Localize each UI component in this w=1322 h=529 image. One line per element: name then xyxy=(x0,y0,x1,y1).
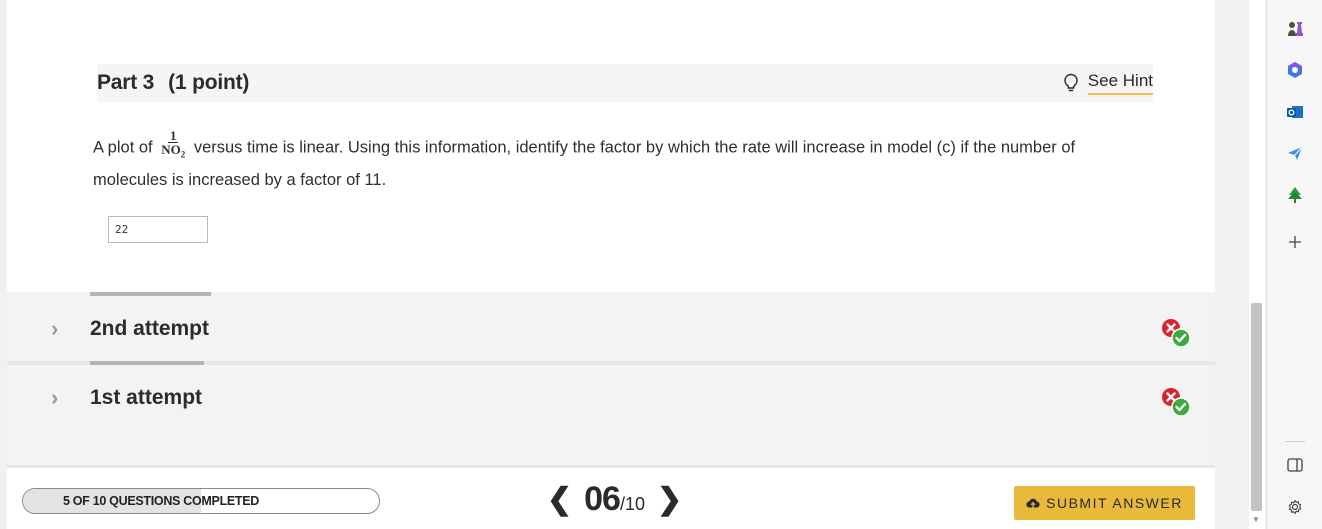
question-card: Part 3 (1 point) See Hint A plot of 1 NO2… xyxy=(7,0,1215,292)
chevron-right-icon: › xyxy=(51,316,59,341)
incorrect-correct-status-icon xyxy=(1162,319,1191,348)
part-title: Part 3 (1 point) xyxy=(97,71,249,95)
question-text-before: A plot of xyxy=(93,138,153,157)
fraction-subscript: 2 xyxy=(180,149,186,160)
question-text: A plot of 1 NO2 versus time is linear. U… xyxy=(93,129,1153,196)
sidebar-toggle-icon[interactable] xyxy=(1285,455,1305,475)
outlook-icon[interactable] xyxy=(1285,102,1305,122)
previous-question-button[interactable]: ❮ xyxy=(547,482,572,518)
part-header: Part 3 (1 point) See Hint xyxy=(97,64,1153,102)
incorrect-correct-status-icon xyxy=(1162,388,1191,417)
submit-answer-button[interactable]: SUBMIT ANSWER xyxy=(1014,486,1195,520)
progress-label: 5 OF 10 QUESTIONS COMPLETED xyxy=(62,494,260,508)
fraction-denominator: NO2 xyxy=(161,143,185,162)
question-area: Part 3 (1 point) See Hint A plot of 1 NO2… xyxy=(7,0,1215,529)
next-question-button[interactable]: ❯ xyxy=(657,482,682,518)
browser-viewport: Part 3 (1 point) See Hint A plot of 1 NO2… xyxy=(0,0,1322,529)
see-hint-button[interactable]: See Hint xyxy=(1062,71,1153,95)
part-label: Part 3 xyxy=(97,71,155,94)
attempt-divider-bar xyxy=(90,361,204,365)
fraction: 1 NO2 xyxy=(161,129,185,162)
lightbulb-icon xyxy=(1064,73,1078,92)
settings-icon[interactable] xyxy=(1285,497,1305,517)
fraction-numerator: 1 xyxy=(167,128,179,143)
answer-input[interactable]: 22 xyxy=(108,216,208,243)
attempt-row-2nd[interactable]: › 2nd attempt xyxy=(7,292,1215,361)
attempt-label: 2nd attempt xyxy=(90,317,210,340)
question-pager: ❮ 06/10 ❯ xyxy=(547,480,682,519)
see-hint-label: See Hint xyxy=(1087,71,1153,95)
chess-icon[interactable] xyxy=(1285,19,1305,39)
copilot-icon[interactable] xyxy=(1285,60,1305,80)
chevron-right-icon: › xyxy=(51,385,59,410)
submit-answer-label: SUBMIT ANSWER xyxy=(1046,495,1183,511)
fraction-denominator-base: NO xyxy=(161,142,181,157)
upload-cloud-icon xyxy=(1026,498,1040,508)
question-text-after: versus time is linear. Using this inform… xyxy=(93,138,1076,189)
browser-side-rail xyxy=(1266,0,1322,529)
tree-icon[interactable] xyxy=(1285,185,1305,205)
send-icon[interactable] xyxy=(1285,143,1305,163)
scrollbar-thumb[interactable] xyxy=(1251,303,1262,511)
attempt-divider-bar xyxy=(90,292,211,296)
page-indicator: 06/10 xyxy=(584,480,645,519)
current-page-number: 06 xyxy=(584,480,621,518)
attempt-row-1st[interactable]: › 1st attempt xyxy=(7,361,1215,430)
question-footer: 5 OF 10 QUESTIONS COMPLETED ❮ 06/10 ❯ SU… xyxy=(7,465,1215,529)
attempt-label: 1st attempt xyxy=(90,386,203,409)
progress-bar: 5 OF 10 QUESTIONS COMPLETED xyxy=(22,488,380,514)
part-points: (1 point) xyxy=(168,71,250,94)
total-pages: /10 xyxy=(619,494,645,514)
add-icon[interactable] xyxy=(1285,232,1305,252)
rail-separator xyxy=(1285,441,1305,442)
scroll-down-arrow-icon[interactable]: ▼ xyxy=(1252,515,1260,524)
